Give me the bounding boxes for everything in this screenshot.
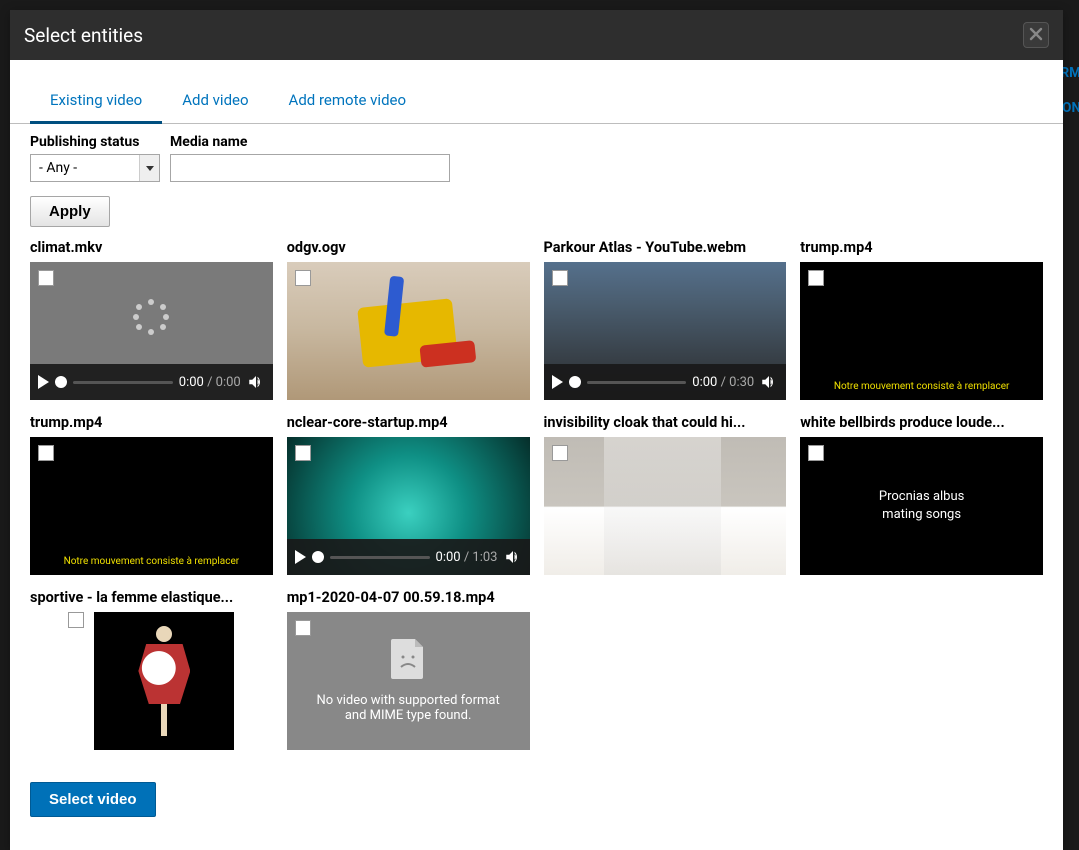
select-checkbox[interactable]	[38, 270, 54, 286]
video-thumbnail[interactable]: Procnias albus mating songs	[800, 437, 1043, 575]
video-card: climat.mkv 0:00 / 0:00	[30, 239, 273, 400]
close-icon	[1029, 26, 1043, 45]
progress-knob[interactable]	[55, 376, 67, 388]
chevron-down-icon	[139, 155, 159, 181]
video-card: odgv.ogv	[287, 239, 530, 400]
select-checkbox[interactable]	[808, 270, 824, 286]
volume-icon[interactable]	[247, 373, 265, 391]
video-card: Parkour Atlas - YouTube.webm 0:00 / 0:30	[544, 239, 787, 400]
video-overlay-text: Procnias albus mating songs	[879, 488, 964, 524]
select-checkbox[interactable]	[552, 270, 568, 286]
modal-body: Existing video Add video Add remote vide…	[10, 60, 1063, 850]
loading-spinner-icon	[133, 299, 169, 335]
progress-track[interactable]	[73, 381, 173, 384]
video-title: nclear-core-startup.mp4	[287, 414, 530, 431]
video-title: odgv.ogv	[287, 239, 530, 256]
thumbnail-image	[544, 437, 787, 575]
select-checkbox[interactable]	[38, 445, 54, 461]
video-card: invisibility cloak that could hi...	[544, 414, 787, 575]
broken-file-icon	[391, 639, 425, 683]
filter-media-name: Media name	[170, 134, 450, 182]
video-controls: 0:00 / 0:00	[30, 364, 273, 400]
select-checkbox[interactable]	[295, 445, 311, 461]
tab-existing-video[interactable]: Existing video	[30, 83, 162, 124]
filter-publishing-status: Publishing status - Any -	[30, 134, 160, 182]
video-controls: 0:00 / 1:03	[287, 539, 530, 575]
video-title: trump.mp4	[800, 239, 1043, 256]
error-text: No video with supported format and MIME …	[297, 693, 520, 723]
video-thumbnail[interactable]: Notre mouvement consiste à remplacer	[800, 262, 1043, 400]
video-thumbnail[interactable]: 0:00 / 0:00	[30, 262, 273, 400]
video-thumbnail[interactable]: No video with supported format and MIME …	[287, 612, 530, 750]
progress-track[interactable]	[330, 556, 430, 559]
video-card: white bellbirds produce loude... Procnia…	[800, 414, 1043, 575]
play-icon[interactable]	[38, 375, 49, 389]
video-title: invisibility cloak that could hi...	[544, 414, 787, 431]
modal-footer: Select video	[10, 770, 1063, 841]
progress-track[interactable]	[587, 381, 687, 384]
progress-knob[interactable]	[312, 551, 324, 563]
time-display: 0:00 / 0:30	[692, 375, 754, 390]
video-title: climat.mkv	[30, 239, 273, 256]
status-select-value: - Any -	[39, 160, 77, 176]
volume-icon[interactable]	[504, 548, 522, 566]
thumbnail-image	[94, 612, 234, 750]
progress-knob[interactable]	[569, 376, 581, 388]
video-thumbnail[interactable]	[544, 437, 787, 575]
video-thumbnail[interactable]	[287, 262, 530, 400]
video-caption: Notre mouvement consiste à remplacer	[800, 381, 1043, 392]
filter-status-label: Publishing status	[30, 134, 160, 150]
time-display: 0:00 / 0:00	[179, 375, 241, 390]
video-card: trump.mp4 Notre mouvement consiste à rem…	[800, 239, 1043, 400]
time-display: 0:00 / 1:03	[436, 550, 498, 565]
filter-row: Publishing status - Any - Media name	[10, 124, 1063, 186]
tab-add-remote-video[interactable]: Add remote video	[269, 83, 427, 124]
tab-add-video[interactable]: Add video	[162, 83, 268, 124]
video-thumbnail[interactable]: 0:00 / 1:03	[287, 437, 530, 575]
thumbnail-image	[287, 262, 530, 400]
select-video-button[interactable]: Select video	[30, 782, 156, 817]
apply-button[interactable]: Apply	[30, 196, 110, 227]
select-checkbox[interactable]	[295, 620, 311, 636]
video-error: No video with supported format and MIME …	[287, 612, 530, 750]
video-thumbnail[interactable]: Notre mouvement consiste à remplacer	[30, 437, 273, 575]
video-caption: Notre mouvement consiste à remplacer	[30, 556, 273, 567]
status-select[interactable]: - Any -	[30, 154, 160, 182]
play-icon[interactable]	[552, 375, 563, 389]
video-title: Parkour Atlas - YouTube.webm	[544, 239, 787, 256]
play-icon[interactable]	[295, 550, 306, 564]
select-entities-modal: Select entities Existing video Add video…	[10, 10, 1063, 850]
filter-name-label: Media name	[170, 134, 450, 150]
video-card: nclear-core-startup.mp4 0:00 / 1:03	[287, 414, 530, 575]
volume-icon[interactable]	[760, 373, 778, 391]
modal-title: Select entities	[24, 24, 143, 47]
select-checkbox[interactable]	[295, 270, 311, 286]
video-title: mp1-2020-04-07 00.59.18.mp4	[287, 589, 530, 606]
video-controls: 0:00 / 0:30	[544, 364, 787, 400]
video-title: sportive - la femme elastique...	[30, 589, 273, 606]
close-button[interactable]	[1023, 22, 1049, 48]
video-card: mp1-2020-04-07 00.59.18.mp4 No video wit…	[287, 589, 530, 750]
media-name-input[interactable]	[170, 154, 450, 182]
video-thumbnail[interactable]: 0:00 / 0:30	[544, 262, 787, 400]
video-title: white bellbirds produce loude...	[800, 414, 1043, 431]
tabs: Existing video Add video Add remote vide…	[10, 82, 1063, 124]
modal-header: Select entities	[10, 10, 1063, 60]
video-card: trump.mp4 Notre mouvement consiste à rem…	[30, 414, 273, 575]
video-title: trump.mp4	[30, 414, 273, 431]
select-checkbox[interactable]	[808, 445, 824, 461]
video-grid: climat.mkv 0:00 / 0:00	[10, 235, 1063, 770]
select-checkbox[interactable]	[552, 445, 568, 461]
video-card: sportive - la femme elastique...	[30, 589, 273, 750]
video-thumbnail[interactable]	[30, 612, 273, 750]
background-partial-labels: RM ON	[1061, 56, 1079, 126]
select-checkbox[interactable]	[68, 612, 84, 628]
